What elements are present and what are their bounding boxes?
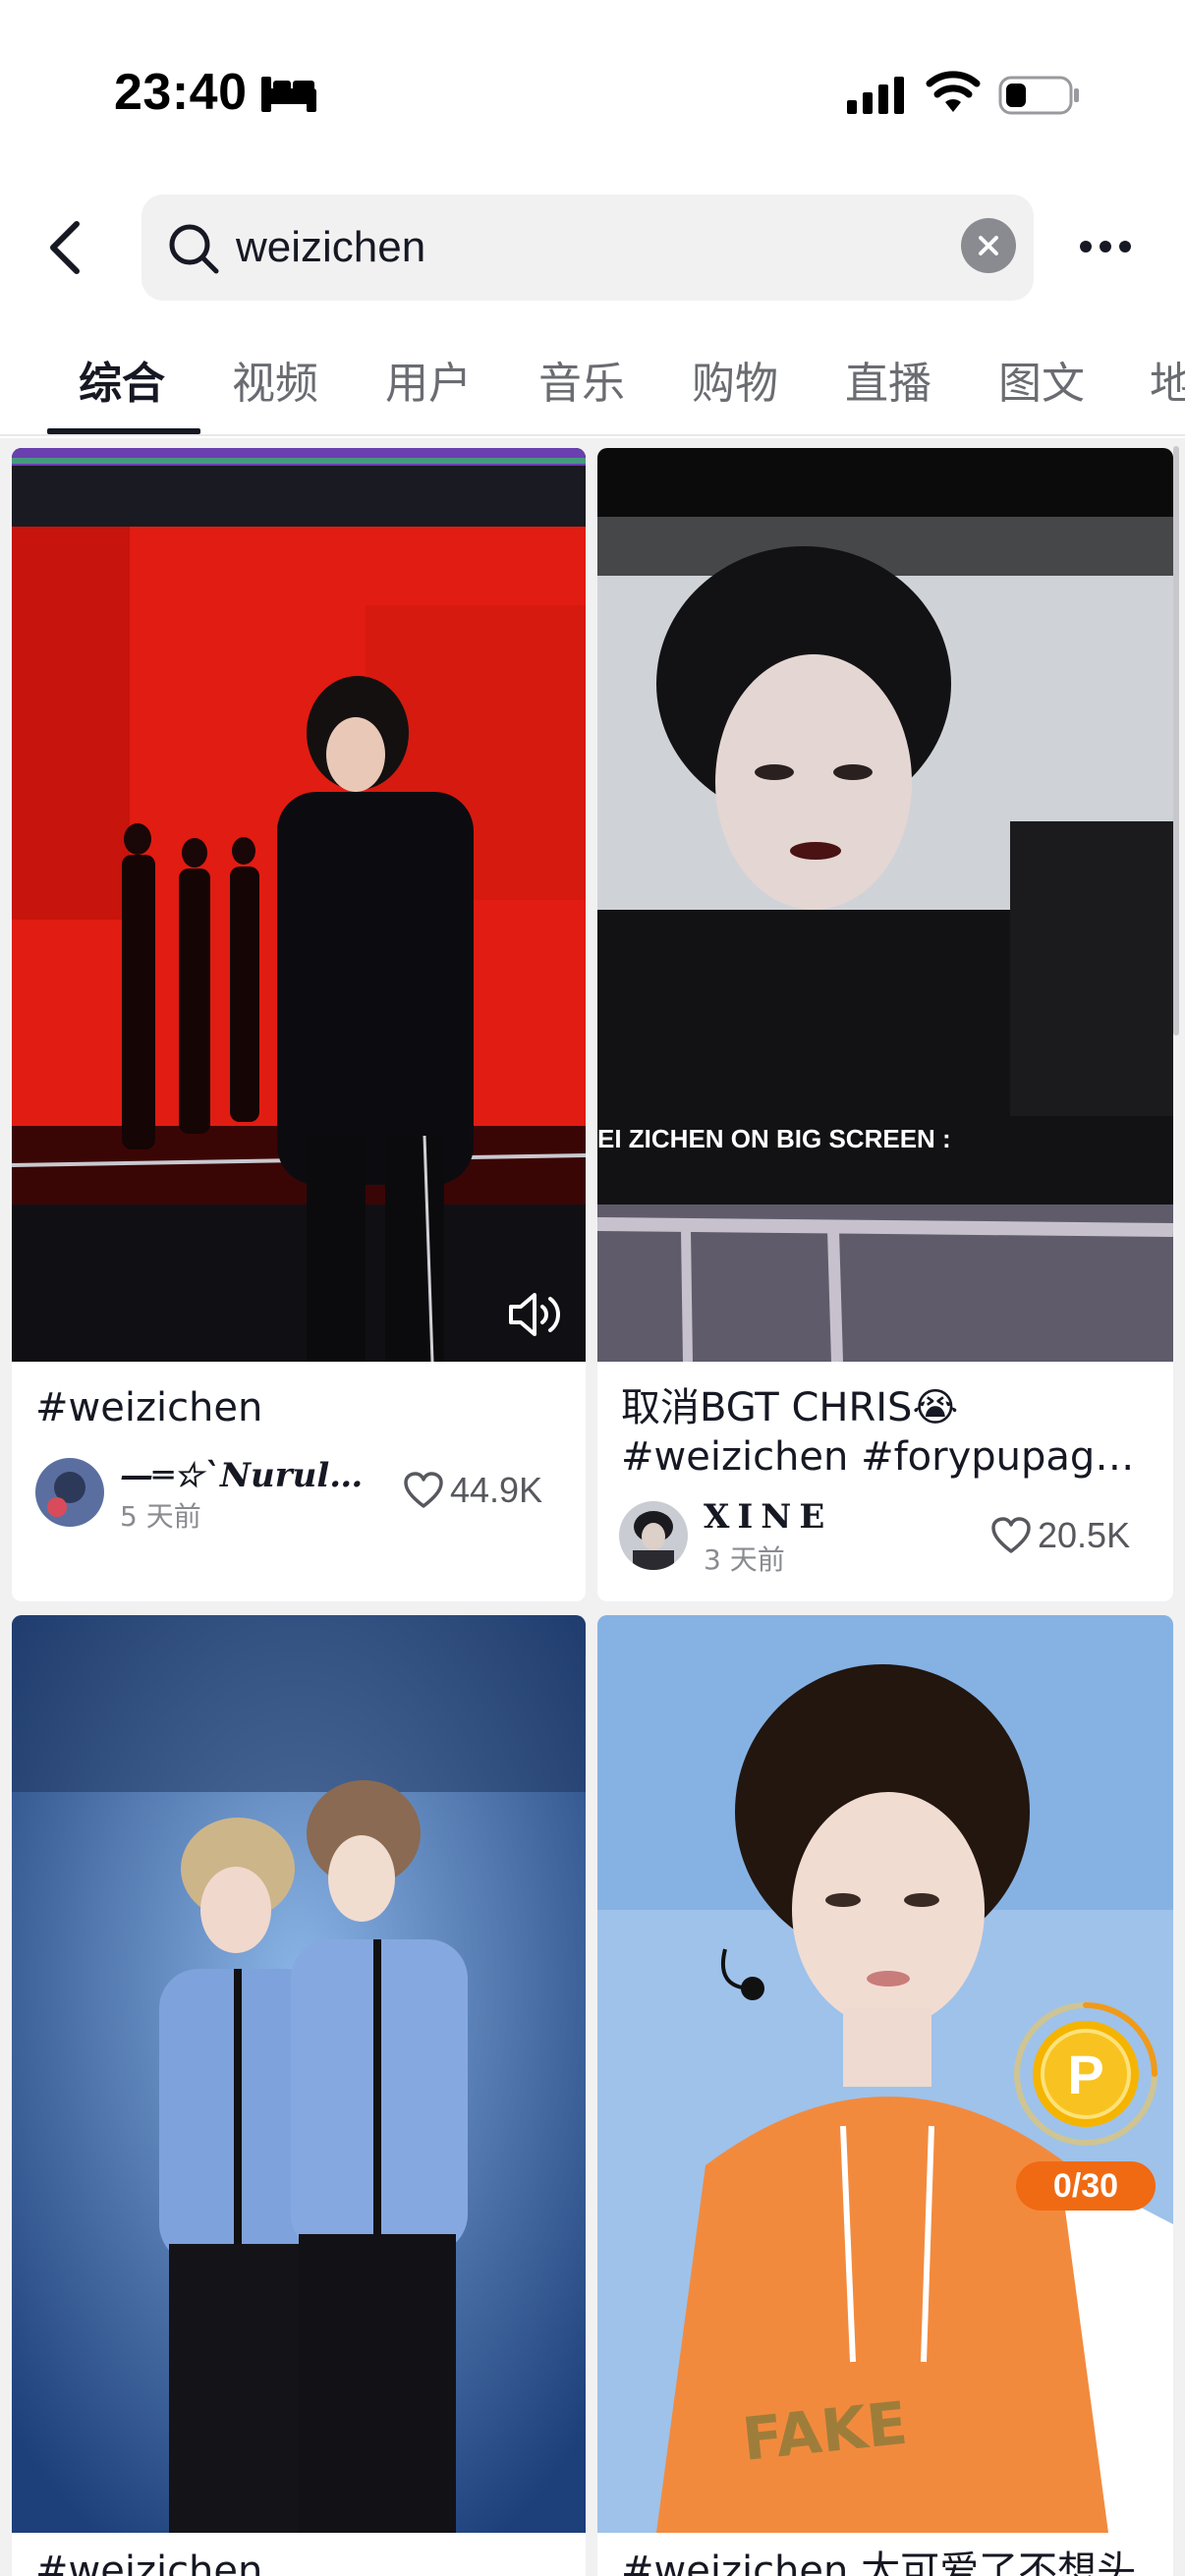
video-thumbnail[interactable]: [12, 448, 586, 1362]
video-card[interactable]: #weizichen: [12, 1615, 586, 2576]
post-time: 5 天前: [120, 1500, 201, 1533]
tab-视频[interactable]: 视频: [232, 348, 318, 417]
heart-icon: [404, 1472, 443, 1508]
video-title[interactable]: #weizichen: [35, 2547, 566, 2576]
author-name[interactable]: XINE: [704, 1497, 900, 1537]
video-title-line-1: 取消BGT CHRIS😭: [621, 1385, 959, 1430]
wifi-icon: [926, 71, 981, 112]
video-title[interactable]: #weizichen: [35, 1383, 566, 1432]
coin-reward-widget[interactable]: P: [1012, 2000, 1159, 2148]
tab-音乐[interactable]: 音乐: [538, 348, 625, 417]
avatar-image: [35, 1458, 104, 1527]
video-card[interactable]: EI ZICHEN ON BIG SCREEN : 取消BGT CHRIS😭 #…: [597, 448, 1173, 1601]
like-count-value: 44.9K: [450, 1470, 543, 1510]
search-box[interactable]: [141, 195, 1034, 301]
heart-icon: [991, 1517, 1031, 1553]
video-thumbnail[interactable]: EI ZICHEN ON BIG SCREEN :: [597, 448, 1173, 1362]
active-tab-indicator: [47, 428, 200, 434]
back-icon: [50, 221, 80, 274]
video-title[interactable]: 取消BGT CHRIS😭 #weizichen #forypupage...: [621, 1383, 1152, 1482]
more-icon: [1080, 241, 1131, 252]
video-title[interactable]: #weizichen 太可爱了不想头: [621, 2547, 1152, 2576]
clear-icon: [979, 236, 998, 255]
bed-icon: [261, 77, 316, 112]
duo-performance-image: [12, 1615, 586, 2533]
like-count[interactable]: 44.9K: [403, 1470, 542, 1511]
video-thumbnail[interactable]: [12, 1615, 586, 2533]
signal-icon: [847, 77, 904, 114]
avatar[interactable]: [619, 1501, 688, 1570]
video-overlay-caption: EI ZICHEN ON BIG SCREEN :: [597, 1124, 951, 1153]
avatar-image: [619, 1501, 688, 1570]
tab-直播[interactable]: 直播: [845, 348, 931, 417]
search-icon: [169, 224, 219, 274]
tab-购物[interactable]: 购物: [692, 348, 778, 417]
coin-icon-label: P: [1067, 2044, 1103, 2105]
like-count-value: 20.5K: [1038, 1515, 1131, 1555]
video-card[interactable]: #weizichen —═☆`𝑵𝒖𝒓𝒖𝒍_... 5 天前 44.9K: [12, 448, 586, 1601]
volume-icon[interactable]: [507, 1289, 564, 1340]
author-name[interactable]: —═☆`𝑵𝒖𝒓𝒖𝒍_...: [120, 1456, 375, 1495]
status-time: 23:40: [114, 64, 248, 121]
status-bar: 23:40: [0, 0, 1185, 187]
post-time: 3 天前: [704, 1543, 785, 1576]
category-tabs: 综合 视频 用户 音乐 购物 直播 图文 地: [0, 334, 1185, 436]
clear-button[interactable]: [961, 218, 1016, 273]
search-input[interactable]: [236, 218, 865, 277]
battery-icon: [998, 76, 1079, 115]
like-count[interactable]: 20.5K: [990, 1515, 1130, 1556]
tab-综合[interactable]: 综合: [79, 348, 165, 417]
scrollbar[interactable]: [1173, 446, 1179, 1036]
more-button[interactable]: [1071, 212, 1140, 281]
video-title-line-2: #weizichen #forypupage...: [621, 1434, 1152, 1480]
big-screen-closeup-image: [597, 448, 1173, 1362]
concert-stage-image: [12, 448, 586, 1362]
back-button[interactable]: [33, 210, 96, 285]
tab-地[interactable]: 地: [1150, 348, 1185, 417]
results-feed[interactable]: #weizichen —═☆`𝑵𝒖𝒓𝒖𝒍_... 5 天前 44.9K EI Z…: [0, 438, 1185, 2576]
tab-用户[interactable]: 用户: [385, 348, 472, 417]
avatar[interactable]: [35, 1458, 104, 1527]
tab-图文[interactable]: 图文: [998, 348, 1085, 417]
coin-counter[interactable]: 0/30: [1016, 2161, 1156, 2211]
